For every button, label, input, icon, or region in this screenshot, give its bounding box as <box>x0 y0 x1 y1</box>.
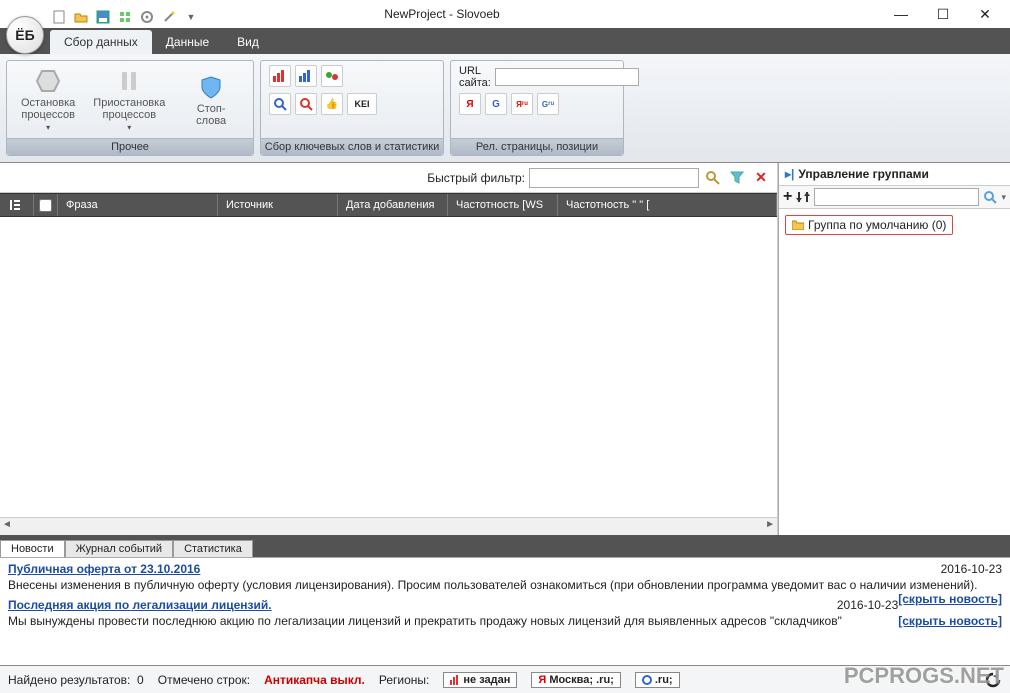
filter-settings-icon[interactable] <box>727 168 747 188</box>
tree-toggle-icon <box>10 198 24 212</box>
shield-icon <box>197 73 225 101</box>
grid-header: Фраза Источник Дата добавления Частотнос… <box>0 193 777 217</box>
qat-wand-icon[interactable] <box>160 8 178 26</box>
news-item-1-hide[interactable]: [скрыть новость] <box>898 592 1002 606</box>
stop-words-button[interactable]: Стоп-слова <box>177 71 245 129</box>
news-item-2-title[interactable]: Последняя акция по легализации лицензий. <box>8 598 272 612</box>
news-item-1-title[interactable]: Публичная оферта от 23.10.2016 <box>8 562 200 576</box>
qat-new-icon[interactable] <box>50 8 68 26</box>
maximize-button[interactable]: ☐ <box>922 0 964 28</box>
bottom-tab-news[interactable]: Новости <box>0 540 65 557</box>
news-item-2-body: Мы вынуждены провести последнюю акцию по… <box>8 614 842 628</box>
status-results-label: Найдено результатов: <box>8 673 130 687</box>
tab-data[interactable]: Данные <box>152 30 223 54</box>
pause-icon <box>115 67 143 95</box>
bubbles-icon[interactable] <box>321 65 343 87</box>
tab-data-collection[interactable]: Сбор данных <box>50 30 152 54</box>
groups-panel-title: Управление группами <box>798 167 929 181</box>
quick-filter-label: Быстрый фильтр: <box>427 171 525 185</box>
qat-dropdown-icon[interactable]: ▼ <box>182 8 200 26</box>
qat-tools-icon[interactable] <box>116 8 134 26</box>
col-phrase[interactable]: Фраза <box>58 194 218 216</box>
sort-groups-button[interactable] <box>796 190 810 204</box>
yandex-mini-icon: Я <box>538 674 546 686</box>
thumbs-up-icon[interactable]: 👍 <box>321 93 343 115</box>
col-freq2[interactable]: Частотность " " [ <box>558 194 777 216</box>
grid-body <box>0 217 777 517</box>
qat-save-icon[interactable] <box>94 8 112 26</box>
refresh-icon[interactable] <box>984 671 1002 689</box>
status-regions-label: Регионы: <box>379 673 430 687</box>
status-anticaptcha: Антикапча выкл. <box>264 673 365 687</box>
status-rows-marked: Отмечено строк: <box>158 673 250 687</box>
bars-blue-icon[interactable] <box>295 65 317 87</box>
hexagon-icon <box>34 67 62 95</box>
url-input[interactable] <box>495 68 639 86</box>
status-results-count: 0 <box>137 673 144 687</box>
google-icon[interactable]: G <box>485 93 507 115</box>
zoom-out-icon[interactable] <box>295 93 317 115</box>
url-label: URL сайта: <box>459 65 491 89</box>
ribbon-group-positions-caption: Рел. страницы, позиции <box>451 138 623 155</box>
clear-filter-icon[interactable]: ✕ <box>751 168 771 188</box>
bars-red-mini-icon <box>450 675 460 685</box>
bars-red-icon[interactable] <box>269 65 291 87</box>
region-box-3[interactable]: .ru; <box>635 672 680 688</box>
minimize-button[interactable]: — <box>880 0 922 28</box>
news-item-1-date: 2016-10-23 <box>941 562 1002 576</box>
tab-view[interactable]: Вид <box>223 30 273 54</box>
close-button[interactable]: ✕ <box>964 0 1006 28</box>
apply-filter-icon[interactable] <box>703 168 723 188</box>
zoom-in-icon[interactable] <box>269 93 291 115</box>
qat-open-icon[interactable] <box>72 8 90 26</box>
select-all-checkbox[interactable] <box>39 199 52 212</box>
google-ru-icon[interactable]: Gru <box>537 93 559 115</box>
news-item-1-body: Внесены изменения в публичную оферту (ус… <box>8 578 977 592</box>
pause-processes-button[interactable]: Приостановка процессов▾ <box>87 65 171 134</box>
google-mini-icon <box>642 675 652 685</box>
news-item-2-hide[interactable]: [скрыть новость] <box>898 614 1002 628</box>
add-group-button[interactable]: + <box>783 188 792 206</box>
quick-filter-input[interactable] <box>529 168 699 188</box>
horizontal-scrollbar[interactable] <box>0 517 777 535</box>
news-item-2-date: 2016-10-23 <box>837 598 898 612</box>
col-date-added[interactable]: Дата добавления <box>338 194 448 216</box>
group-search-input[interactable] <box>814 188 979 206</box>
bottom-tab-log[interactable]: Журнал событий <box>65 540 173 557</box>
collapse-panel-icon[interactable]: ▸| <box>785 167 794 181</box>
yandex-icon[interactable]: Я <box>459 93 481 115</box>
ribbon-group-other-caption: Прочее <box>7 138 253 155</box>
col-freq-ws[interactable]: Частотность [WS <box>448 194 558 216</box>
group-search-icon[interactable] <box>983 190 997 204</box>
default-group-node[interactable]: Группа по умолчанию (0) <box>785 215 953 235</box>
bottom-tab-stats[interactable]: Статистика <box>173 540 253 557</box>
kei-button[interactable]: KEI <box>347 93 377 115</box>
region-box-2[interactable]: Я Москва; .ru; <box>531 672 620 688</box>
yandex-ru-icon[interactable]: Яru <box>511 93 533 115</box>
group-menu-icon[interactable]: ▾ <box>1001 192 1006 203</box>
col-source[interactable]: Источник <box>218 194 338 216</box>
region-box-1[interactable]: не задан <box>443 672 517 688</box>
stop-processes-button[interactable]: Остановка процессов▾ <box>15 65 81 134</box>
folder-icon <box>792 220 804 230</box>
ribbon-group-keywords-caption: Сбор ключевых слов и статистики <box>261 138 443 155</box>
app-orb-button[interactable]: ЁБ <box>6 16 44 54</box>
qat-settings-icon[interactable] <box>138 8 156 26</box>
